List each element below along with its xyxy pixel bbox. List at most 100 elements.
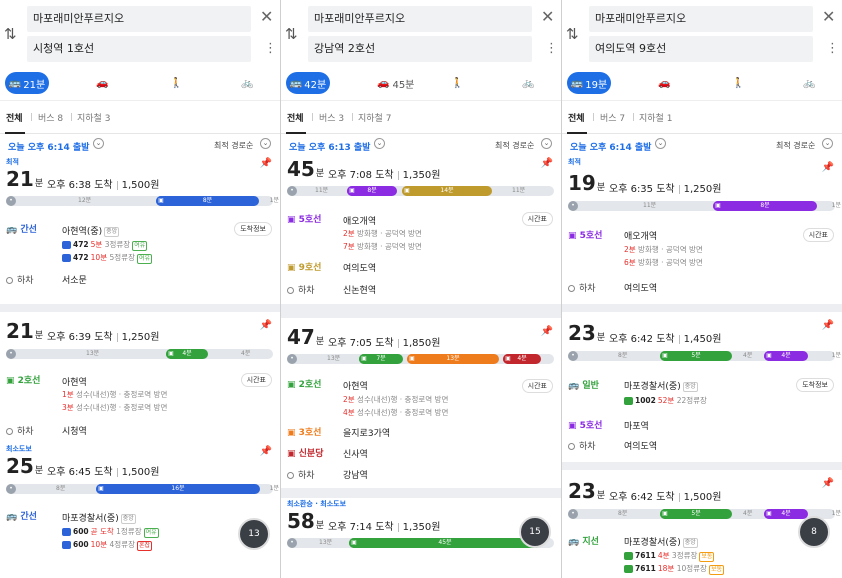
sort-order[interactable]: 최적 경로순 xyxy=(214,140,253,151)
mode-walk-button[interactable]: 🚶 xyxy=(732,72,744,94)
pin-icon[interactable]: 📌 xyxy=(541,158,553,169)
tab-bus[interactable]: 버스 3 xyxy=(319,111,344,124)
walk-icon: • xyxy=(568,509,578,519)
filter-tabs: 전체 버스 7 지하철 1 xyxy=(562,100,842,134)
route-card[interactable]: 📌 47분 오후 7:05 도착 1,850원 • 13분 ▣ 7분 ▣ 13분 ▣ 4… xyxy=(281,318,561,488)
timetable-button[interactable]: 시간표 xyxy=(240,373,272,387)
line-name: ▣ 5호선 xyxy=(287,215,322,225)
destination-field[interactable]: 시청역 1호선 xyxy=(27,36,251,62)
timeline-subway-segment: ▣ 4분 xyxy=(764,509,808,519)
tab-all[interactable]: 전체 xyxy=(568,111,585,124)
walk-icon: 🚶 xyxy=(732,77,745,89)
depart-time[interactable]: 오늘 오후 6:14 출발 xyxy=(8,140,89,153)
swap-icon[interactable]: ⇅ xyxy=(285,24,298,44)
route-arrival: 오후 6:39 도착 1,250원 xyxy=(47,332,160,343)
pin-icon[interactable]: 📌 xyxy=(260,446,272,457)
mode-car-button[interactable]: 🚗 45분 xyxy=(377,72,414,94)
origin-field[interactable]: 마포래미안푸르지오 xyxy=(589,6,813,32)
tab-all[interactable]: 전체 xyxy=(287,111,304,124)
timetable-button[interactable]: 시간표 xyxy=(521,379,553,393)
route-card[interactable]: 최소환승 · 최소도보 58분 오후 7:14 도착 1,350원 • 13분 ▣… xyxy=(281,498,561,578)
alight-row: 하차 xyxy=(287,468,315,481)
pin-icon[interactable]: 📌 xyxy=(822,478,834,489)
bus-icon: ▣ xyxy=(96,484,106,494)
depart-time[interactable]: 오늘 오후 6:13 출발 xyxy=(289,140,370,153)
line-name: ▣ 3호선 xyxy=(287,428,322,438)
more-icon[interactable]: ⋮ xyxy=(545,40,558,58)
chevron-down-icon[interactable]: ⌄ xyxy=(93,138,104,149)
tab-bus[interactable]: 버스 7 xyxy=(600,111,625,124)
walk-icon: • xyxy=(568,201,578,211)
close-icon[interactable]: ✕ xyxy=(260,7,273,27)
mode-bike-button[interactable]: 🚲 xyxy=(241,72,253,94)
bus-icon xyxy=(624,565,633,573)
subway-icon: ▣ xyxy=(713,201,723,211)
close-icon[interactable]: ✕ xyxy=(822,7,835,27)
line-name: ▣ 2호선 xyxy=(287,380,322,390)
more-icon[interactable]: ⋮ xyxy=(264,40,277,58)
bus-icon: 🚌 xyxy=(8,77,22,89)
mode-car-button[interactable]: 🚗 xyxy=(658,72,670,94)
bus-icon: 🚌 xyxy=(570,77,584,89)
route-card[interactable]: 최소도보 📌 25분 오후 6:45 도착 1,500원 • 8분 ▣ 16분 1분… xyxy=(0,444,280,578)
arrival-info-button[interactable]: 도착정보 xyxy=(234,222,272,236)
chevron-down-icon[interactable]: ⌄ xyxy=(655,138,666,149)
route-count-fab[interactable]: 8 xyxy=(798,516,830,548)
tab-divider xyxy=(71,113,72,121)
pin-icon[interactable]: 📌 xyxy=(541,326,553,337)
tab-divider xyxy=(352,113,353,121)
chevron-down-icon[interactable]: ⌄ xyxy=(822,138,833,149)
bus-icon xyxy=(62,528,71,536)
route-card[interactable]: 📌 21분 오후 6:39 도착 1,250원 • 13분 ▣ 4분 4분 ▣ 2호… xyxy=(0,312,280,444)
timeline-subway-segment: ▣ 14분 xyxy=(402,186,492,196)
subway-icon: ▣ xyxy=(349,538,359,548)
mode-transit-button[interactable]: 🚌 19분 xyxy=(567,72,611,94)
route-count-fab[interactable]: 13 xyxy=(238,518,270,550)
mode-walk-button[interactable]: 🚶 xyxy=(170,72,182,94)
chevron-down-icon[interactable]: ⌄ xyxy=(541,138,552,149)
timetable-button[interactable]: 시간표 xyxy=(802,228,834,242)
swap-icon[interactable]: ⇅ xyxy=(4,24,17,44)
more-icon[interactable]: ⋮ xyxy=(826,40,839,58)
route-card[interactable]: 최적 📌 21분 오후 6:38 도착 1,500원 • 12분 ▣ 8분 1분 🚌… xyxy=(0,156,280,304)
mode-walk-button[interactable]: 🚶 xyxy=(451,72,463,94)
pin-icon[interactable]: 📌 xyxy=(260,320,272,331)
route-card[interactable]: 최적 📌 19분 오후 6:35 도착 1,250원 • 11분 ▣ 8분 1분 ▣… xyxy=(562,156,842,304)
tab-divider xyxy=(593,113,594,121)
chevron-down-icon[interactable]: ⌄ xyxy=(374,138,385,149)
mode-car-button[interactable]: 🚗 xyxy=(96,72,108,94)
depart-time[interactable]: 오늘 오후 6:14 출발 xyxy=(570,140,651,153)
pin-icon[interactable]: 📌 xyxy=(260,158,272,169)
mode-bike-button[interactable]: 🚲 xyxy=(803,72,815,94)
alight-row: 하차 xyxy=(568,281,596,294)
tab-subway[interactable]: 지하철 7 xyxy=(358,111,391,124)
tab-bus[interactable]: 버스 8 xyxy=(38,111,63,124)
mode-transit-button[interactable]: 🚌 42분 xyxy=(286,72,330,94)
origin-field[interactable]: 마포래미안푸르지오 xyxy=(308,6,532,32)
swap-icon[interactable]: ⇅ xyxy=(566,24,579,44)
close-icon[interactable]: ✕ xyxy=(541,7,554,27)
line-name: ▣ 5호선 xyxy=(568,231,603,241)
route-card[interactable]: 📌 23분 오후 6:42 도착 1,450원 • 8분 ▣ 5분 4분 ▣ 4분 1… xyxy=(562,312,842,462)
line-name: ▣ 신분당 xyxy=(287,449,324,459)
mode-transit-button[interactable]: 🚌 21분 xyxy=(5,72,49,94)
route-fare: 1,500원 xyxy=(121,180,160,191)
mode-bike-button[interactable]: 🚲 xyxy=(522,72,534,94)
route-card[interactable]: 📌 45분 오후 7:08 도착 1,350원 • 11분 ▣ 8분 ▣ 14분 11… xyxy=(281,156,561,304)
sort-order[interactable]: 최적 경로순 xyxy=(495,140,534,151)
tab-divider xyxy=(31,113,32,121)
destination-field[interactable]: 강남역 2호선 xyxy=(308,36,532,62)
destination-field[interactable]: 여의도역 9호선 xyxy=(589,36,813,62)
tab-subway[interactable]: 지하철 1 xyxy=(639,111,672,124)
tab-all[interactable]: 전체 xyxy=(6,111,23,124)
timetable-button[interactable]: 시간표 xyxy=(521,212,553,226)
tab-subway[interactable]: 지하철 3 xyxy=(77,111,110,124)
card-divider xyxy=(281,488,561,498)
origin-field[interactable]: 마포래미안푸르지오 xyxy=(27,6,251,32)
chevron-down-icon[interactable]: ⌄ xyxy=(260,138,271,149)
pin-icon[interactable]: 📌 xyxy=(822,320,834,331)
arrival-info-button[interactable]: 도착정보 xyxy=(796,378,834,392)
sort-order[interactable]: 최적 경로순 xyxy=(776,140,815,151)
route-count-fab[interactable]: 15 xyxy=(519,516,551,548)
pin-icon[interactable]: 📌 xyxy=(822,162,834,173)
